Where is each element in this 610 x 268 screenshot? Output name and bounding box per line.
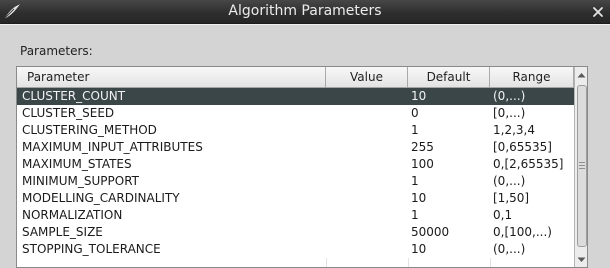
- range-cell: [0,...): [493, 106, 526, 120]
- scroll-up-arrow-icon[interactable]: [575, 68, 587, 81]
- range-cell: 0,1: [493, 208, 513, 222]
- column-header-default[interactable]: Default: [408, 67, 490, 87]
- scroll-down-arrow-icon[interactable]: [575, 253, 587, 266]
- column-header-range[interactable]: Range: [490, 67, 574, 87]
- default-cell: 0: [411, 106, 419, 120]
- default-cell: 1: [411, 208, 419, 222]
- value-cell[interactable]: [327, 224, 407, 241]
- range-cell: 0,[100,...): [493, 225, 552, 239]
- column-header-parameter[interactable]: Parameter: [17, 67, 326, 87]
- table-row[interactable]: MINIMUM_SUPPORT 1 (0,...): [17, 173, 574, 190]
- table-row[interactable]: CLUSTER_COUNT 10 (0,...): [17, 88, 574, 105]
- default-cell: 10: [411, 89, 427, 103]
- parameter-cell: MINIMUM_SUPPORT: [22, 174, 140, 188]
- default-cell: 255: [411, 140, 434, 154]
- value-cell[interactable]: [327, 122, 407, 139]
- range-cell: (0,...): [493, 174, 526, 188]
- range-cell: (0,...): [493, 89, 526, 103]
- parameter-cell: CLUSTER_COUNT: [22, 89, 126, 103]
- vertical-scrollbar[interactable]: [574, 67, 587, 267]
- parameter-cell: MODELLING_CARDINALITY: [22, 191, 180, 205]
- range-cell: 0,[2,65535]: [493, 157, 564, 171]
- default-cell: 1: [411, 174, 419, 188]
- algorithm-parameters-dialog: Algorithm Parameters Parameters: Paramet…: [0, 0, 610, 268]
- dialog-body: Parameters: Parameter Value Default Rang…: [0, 24, 610, 268]
- window-title: Algorithm Parameters: [228, 3, 382, 19]
- parameter-cell: NORMALIZATION: [22, 208, 123, 222]
- range-cell: [1,50]: [493, 191, 530, 205]
- value-cell[interactable]: [327, 105, 407, 122]
- table-row[interactable]: CLUSTER_SEED 0 [0,...): [17, 105, 574, 122]
- range-cell: 1,2,3,4: [493, 123, 535, 137]
- default-cell: 10: [411, 191, 427, 205]
- table-row[interactable]: STOPPING_TOLERANCE 10 (0,...): [17, 241, 574, 258]
- value-cell[interactable]: [327, 241, 407, 258]
- parameter-cell: CLUSTERING_METHOD: [22, 123, 157, 137]
- table-row[interactable]: CLUSTERING_METHOD 1 1,2,3,4: [17, 122, 574, 139]
- range-cell: (0,...): [493, 242, 526, 256]
- parameter-cell: SAMPLE_SIZE: [22, 225, 103, 239]
- table-row[interactable]: SAMPLE_SIZE 50000 0,[100,...): [17, 224, 574, 241]
- table-row[interactable]: MAXIMUM_STATES 100 0,[2,65535]: [17, 156, 574, 173]
- parameters-label: Parameters:: [20, 44, 93, 58]
- default-cell: 100: [411, 157, 434, 171]
- value-cell[interactable]: [327, 173, 407, 190]
- range-cell: [0,65535]: [493, 140, 552, 154]
- column-header-value[interactable]: Value: [326, 67, 408, 87]
- parameter-cell: MAXIMUM_INPUT_ATTRIBUTES: [22, 140, 203, 154]
- value-cell[interactable]: [327, 207, 407, 224]
- value-cell[interactable]: [327, 190, 407, 207]
- table-body: CLUSTER_COUNT 10 (0,...) CLUSTER_SEED 0 …: [17, 88, 574, 258]
- value-cell[interactable]: [327, 88, 407, 105]
- table-header: Parameter Value Default Range: [17, 67, 574, 88]
- table-row[interactable]: NORMALIZATION 1 0,1: [17, 207, 574, 224]
- table-row[interactable]: MAXIMUM_INPUT_ATTRIBUTES 255 [0,65535]: [17, 139, 574, 156]
- parameters-table[interactable]: Parameter Value Default Range CLUSTER_CO…: [16, 66, 588, 268]
- parameter-cell: MAXIMUM_STATES: [22, 157, 132, 171]
- value-cell[interactable]: [327, 156, 407, 173]
- table-row[interactable]: MODELLING_CARDINALITY 10 [1,50]: [17, 190, 574, 207]
- default-cell: 10: [411, 242, 427, 256]
- title-bar[interactable]: Algorithm Parameters: [0, 0, 610, 24]
- default-cell: 1: [411, 123, 419, 137]
- scrollbar-thumb[interactable]: [577, 85, 587, 247]
- value-cell[interactable]: [327, 139, 407, 156]
- default-cell: 50000: [411, 225, 450, 239]
- parameter-cell: STOPPING_TOLERANCE: [22, 242, 161, 256]
- parameter-cell: CLUSTER_SEED: [22, 106, 115, 120]
- close-x-icon[interactable]: [585, 0, 610, 23]
